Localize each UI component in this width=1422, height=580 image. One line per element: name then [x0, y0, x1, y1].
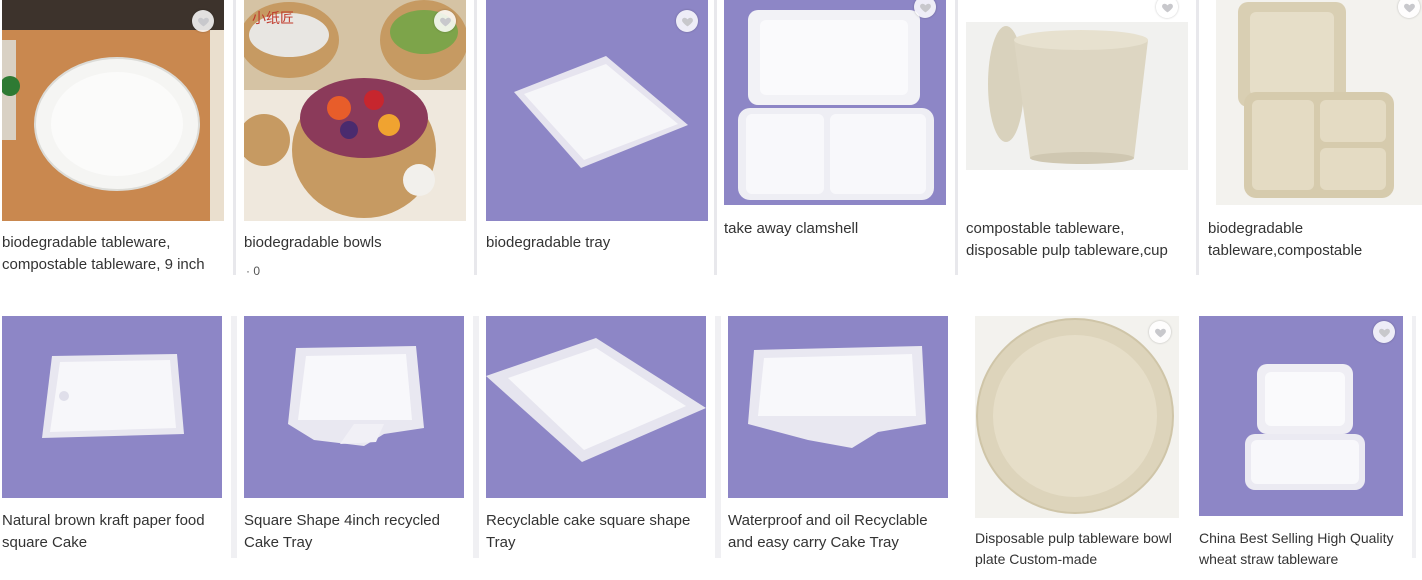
product-image[interactable]: [486, 316, 706, 498]
column-divider: [233, 0, 236, 275]
product-card[interactable]: Recyclable cake square shape Tray: [486, 316, 708, 566]
heart-icon: [681, 17, 693, 26]
product-title[interactable]: Recyclable cake square shape Tray: [486, 510, 704, 554]
heart-icon: [1403, 3, 1415, 12]
square-cake-board-photo: [2, 316, 222, 498]
tray-photo: [486, 0, 708, 221]
clamshell-photo: [724, 0, 946, 205]
cake-tray-photo: [244, 316, 464, 498]
favorite-button[interactable]: [192, 10, 214, 32]
product-title[interactable]: biodegradable tableware,compostable: [1208, 218, 1408, 262]
product-card[interactable]: take away clamshell: [724, 0, 946, 275]
heart-icon: [919, 3, 931, 12]
product-title[interactable]: Square Shape 4inch recycled Cake Tray: [244, 510, 462, 554]
product-image[interactable]: [724, 0, 946, 205]
product-image[interactable]: [244, 316, 464, 498]
column-divider: [474, 0, 477, 275]
product-card[interactable]: Natural brown kraft paper food square Ca…: [2, 316, 224, 566]
product-title[interactable]: take away clamshell: [724, 218, 942, 240]
heart-icon: [1154, 328, 1166, 337]
product-title[interactable]: Waterproof and oil Recyclable and easy c…: [728, 510, 946, 554]
column-divider: [231, 316, 237, 558]
favorite-button[interactable]: [1373, 321, 1395, 343]
product-image[interactable]: [1216, 0, 1422, 205]
product-title[interactable]: Disposable pulp tableware bowl plate Cus…: [975, 528, 1175, 570]
favorite-button[interactable]: [1156, 0, 1178, 18]
product-image[interactable]: [1199, 316, 1403, 516]
product-image[interactable]: [486, 0, 708, 221]
bowls-photo: [244, 0, 466, 221]
product-card[interactable]: biodegradable tray: [486, 0, 708, 275]
product-title[interactable]: Natural brown kraft paper food square Ca…: [2, 510, 222, 554]
product-card[interactable]: biodegradable tableware, compostable tab…: [2, 0, 224, 275]
column-divider: [714, 0, 717, 275]
pulp-plate-photo: [975, 316, 1179, 518]
product-image[interactable]: [244, 0, 466, 221]
product-image[interactable]: [2, 316, 222, 498]
product-title[interactable]: China Best Selling High Quality wheat st…: [1199, 528, 1407, 570]
column-divider: [1412, 316, 1416, 558]
product-card[interactable]: Disposable pulp tableware bowl plate Cus…: [975, 316, 1180, 576]
favorite-button[interactable]: [1149, 321, 1171, 343]
plate-photo: [2, 0, 224, 221]
product-title[interactable]: biodegradable bowls: [244, 232, 462, 254]
favorite-button[interactable]: [676, 10, 698, 32]
product-card[interactable]: China Best Selling High Quality wheat st…: [1199, 316, 1409, 576]
product-card[interactable]: Waterproof and oil Recyclable and easy c…: [728, 316, 950, 566]
heart-icon: [1161, 3, 1173, 12]
wheat-straw-box-photo: [1199, 316, 1403, 516]
heart-icon: [439, 17, 451, 26]
product-image[interactable]: [2, 0, 224, 221]
product-title[interactable]: biodegradable tray: [486, 232, 704, 254]
compostable-box-photo: [1216, 0, 1422, 205]
price-stub: · 0: [246, 264, 261, 275]
column-divider: [1196, 0, 1199, 275]
product-card[interactable]: biodegradable tableware,compostable: [1208, 0, 1422, 275]
column-divider: [955, 0, 958, 275]
product-image[interactable]: [966, 22, 1188, 170]
product-image[interactable]: [728, 316, 948, 498]
favorite-button[interactable]: [434, 10, 456, 32]
square-tray-photo: [486, 316, 706, 498]
heart-icon: [197, 17, 209, 26]
product-title[interactable]: biodegradable tableware, compostable tab…: [2, 232, 220, 276]
product-title[interactable]: compostable tableware, disposable pulp t…: [966, 218, 1184, 262]
product-card[interactable]: 小纸匠 biodegradable bowls · 0: [244, 0, 466, 275]
cup-photo: [966, 22, 1188, 170]
product-card[interactable]: Square Shape 4inch recycled Cake Tray: [244, 316, 466, 566]
heart-icon: [1378, 328, 1390, 337]
waterproof-tray-photo: [728, 316, 948, 498]
column-divider: [715, 316, 721, 558]
brand-mark: 小纸匠: [252, 10, 294, 26]
product-card[interactable]: compostable tableware, disposable pulp t…: [966, 0, 1188, 275]
product-image[interactable]: [975, 316, 1179, 518]
column-divider: [473, 316, 479, 558]
